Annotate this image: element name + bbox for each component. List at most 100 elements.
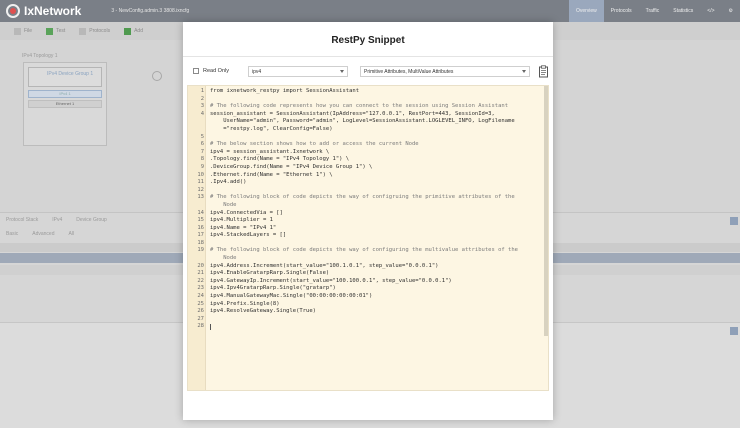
tab-statistics[interactable]: Statistics [666, 0, 700, 22]
line-number: 26 [197, 308, 204, 315]
code-text: ipv4.StackedLayers = [] [210, 232, 287, 239]
ixia-logo-icon [6, 4, 20, 18]
code-line: 27 [188, 316, 548, 324]
code-line: 7 ipv4 = session_assistant.Ixnetwork \ [188, 149, 548, 157]
add-button[interactable]: Add [124, 27, 143, 35]
code-line: 5 [188, 134, 548, 142]
grid-tab-device-group[interactable]: Device Group [76, 217, 107, 223]
network-node-icon [152, 71, 162, 81]
grid-tab-stack[interactable]: Protocol Stack [6, 217, 38, 223]
code-text: # The following code represents how you … [210, 103, 509, 110]
code-line: 21 ipv4.EnableGratarpRarp.Single(False) [188, 270, 548, 278]
panel-expand-icon[interactable] [730, 327, 738, 335]
tab-overview[interactable]: Overview [568, 0, 604, 22]
code-text: ipv4.Ipv4GratarpRarp.Single("gratarp") [210, 285, 336, 292]
code-scrollbar[interactable] [544, 86, 548, 336]
code-line: UserName="admin", Password="admin", LogL… [188, 118, 548, 126]
app-header: IxNetwork 3 - NewConfig.admin.3 3808.ixn… [0, 0, 740, 22]
chevron-down-icon [522, 70, 526, 73]
line-number: 16 [197, 224, 204, 231]
code-line: 15 ipv4.Multiplier = 1 [188, 217, 548, 225]
app-logo-text: IxNetwork [24, 4, 82, 18]
code-line: 26 ipv4.ResolveGateway.Single(True) [188, 308, 548, 316]
line-number: 9 [200, 163, 204, 170]
grid-tab-ipv4[interactable]: IPv4 [52, 217, 62, 223]
dialog-title: RestPy Snippet [331, 35, 405, 46]
code-line: 9 .DeviceGroup.find(Name = "IPv4 Device G… [188, 164, 548, 172]
read-only-checkbox[interactable] [193, 68, 199, 74]
protocols-icon [79, 27, 87, 35]
code-text: .DeviceGroup.find(Name = "IPv4 Device Gr… [210, 163, 373, 170]
code-line: 1 from ixnetwork_restpy import SessionAss… [188, 88, 548, 96]
line-number: 18 [197, 239, 204, 246]
code-text: ipv4 = session_assistant.Ixnetwork \ [210, 148, 330, 155]
panel-collapse-icon[interactable] [730, 217, 738, 225]
config-name[interactable]: 3 - NewConfig.admin.3 3808.ixncfg [111, 8, 189, 14]
app-logo: IxNetwork [6, 4, 81, 18]
line-number: 14 [197, 209, 204, 216]
code-text: ipv4.Prefix.Single(8) [210, 300, 280, 307]
code-line: 24 ipv4.ManualGatewayMac.Single("00:00:00… [188, 293, 548, 301]
line-number: 12 [197, 186, 204, 193]
code-line: 25 ipv4.Prefix.Single(8) [188, 301, 548, 309]
code-text: # The below section shows how to add or … [210, 141, 419, 148]
code-editor[interactable]: 1 from ixnetwork_restpy import SessionAss… [187, 85, 549, 391]
settings-gear-icon[interactable]: ⚙ [722, 0, 740, 22]
code-text: ipv4.ConnectedVia = [] [210, 209, 283, 216]
subtab-all[interactable]: All [68, 231, 74, 237]
object-select[interactable]: ipv4 [248, 66, 348, 77]
code-line: 3 # The following code represents how you… [188, 103, 548, 111]
subtab-advanced[interactable]: Advanced [32, 231, 54, 237]
code-line: 16 ipv4.Name = "IPv4 1" [188, 225, 548, 233]
code-line: 14 ipv4.ConnectedVia = [] [188, 210, 548, 218]
code-text: ipv4.ResolveGateway.Single(True) [210, 308, 316, 315]
code-text: .Ethernet.find(Name = "Ethernet 1") \ [210, 171, 333, 178]
line-number: 28 [197, 323, 204, 330]
code-text: .Topology.find(Name = "IPv4 Topology 1")… [210, 156, 350, 163]
code-text: # The following block of code depicts th… [210, 194, 515, 201]
ipv4-chip[interactable]: IPv4 1 [28, 90, 102, 98]
snippet-options: Read Only ipv4 Primitive Attributes, Mul… [193, 65, 548, 78]
code-line: 8 .Topology.find(Name = "IPv4 Topology 1"… [188, 156, 548, 164]
code-text: ipv4.Address.Increment(start_value="100.… [210, 262, 439, 269]
file-button[interactable]: File [14, 27, 32, 35]
code-line: 13 # The following block of code depicts … [188, 194, 548, 202]
code-text: Node [210, 201, 237, 208]
file-icon [14, 27, 21, 35]
code-line: 4 session_assistant = SessionAssistant(Ip… [188, 111, 548, 119]
clipboard-icon[interactable] [537, 65, 549, 78]
line-number: 23 [197, 285, 204, 292]
code-text: ipv4.GatewayIp.Increment(start_value="10… [210, 277, 452, 284]
subtab-basic[interactable]: Basic [6, 231, 18, 237]
topology-box[interactable]: IPv4 Device Group 1 IPv4 1 Ethernet 1 [23, 62, 107, 146]
line-number: 20 [197, 262, 204, 269]
code-line: 20 ipv4.Address.Increment(start_value="10… [188, 263, 548, 271]
test-button[interactable]: Test [46, 27, 65, 35]
code-line: 23 ipv4.Ipv4GratarpRarp.Single("gratarp") [188, 285, 548, 293]
ethernet-chip[interactable]: Ethernet 1 [28, 100, 102, 108]
code-text: Node [210, 255, 237, 262]
code-line: 11 .Ipv4.add() [188, 179, 548, 187]
line-number: 24 [197, 293, 204, 300]
read-only-label: Read Only [203, 68, 229, 74]
device-group-card[interactable]: IPv4 Device Group 1 [28, 67, 102, 87]
tab-code[interactable]: </> [700, 0, 721, 22]
code-text: # The following block of code depicts th… [210, 247, 518, 254]
line-number: 3 [200, 103, 204, 110]
protocols-button[interactable]: Protocols [79, 27, 110, 35]
line-number: 27 [197, 315, 204, 322]
attribute-filter-select[interactable]: Primitive Attributes, MultiValue Attribu… [360, 66, 530, 77]
tab-traffic[interactable]: Traffic [639, 0, 667, 22]
code-line: 6 # The below section shows how to add or… [188, 141, 548, 149]
line-number: 13 [197, 194, 204, 201]
code-line: Node [188, 202, 548, 210]
code-line: 22 ipv4.GatewayIp.Increment(start_value="… [188, 278, 548, 286]
text-cursor [210, 324, 211, 331]
code-line: 10 .Ethernet.find(Name = "Ethernet 1") \ [188, 172, 548, 180]
line-number: 2 [200, 95, 204, 102]
read-only-toggle[interactable]: Read Only [193, 68, 229, 74]
tab-protocols[interactable]: Protocols [604, 0, 639, 22]
line-number: 8 [200, 156, 204, 163]
line-number: 11 [197, 179, 204, 186]
line-number: 25 [197, 300, 204, 307]
